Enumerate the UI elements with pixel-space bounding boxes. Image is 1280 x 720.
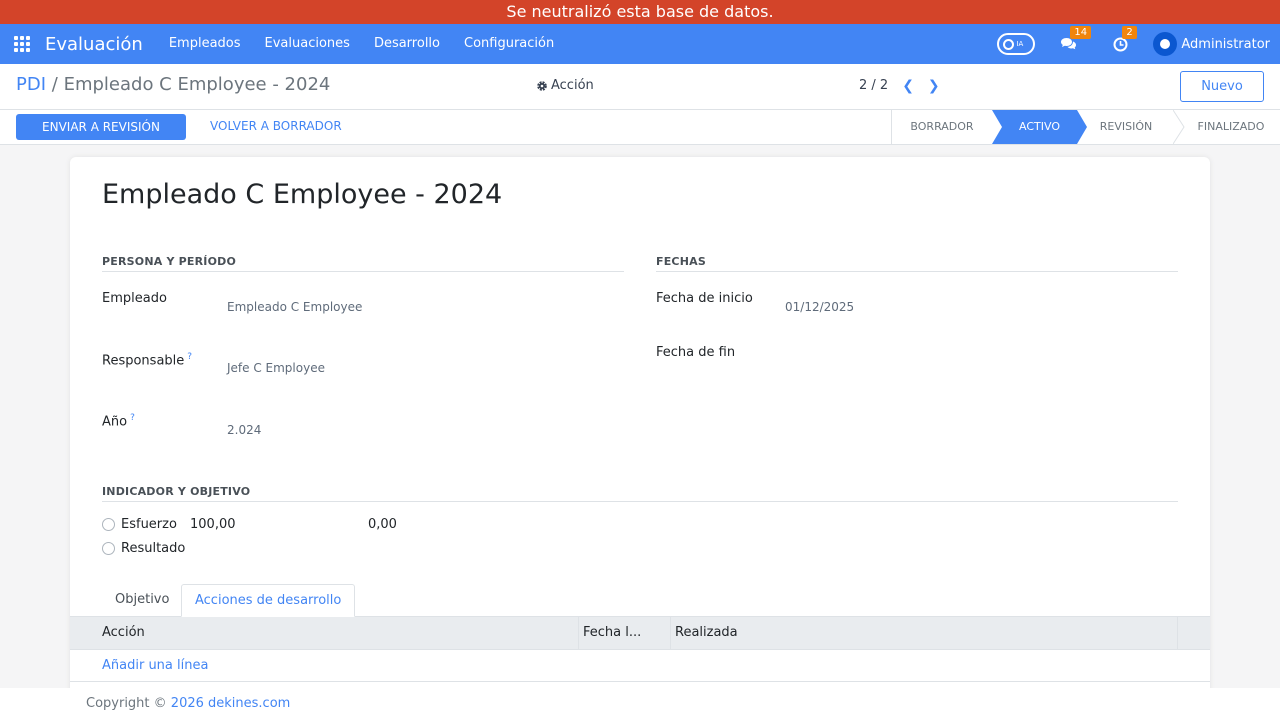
help-tooltip-icon[interactable]: ? bbox=[130, 413, 135, 423]
back-to-draft-button[interactable]: VOLVER A BORRADOR bbox=[210, 119, 342, 133]
menu-item-configuracion[interactable]: Configuración bbox=[452, 24, 566, 64]
user-menu[interactable]: Administrator bbox=[1153, 32, 1270, 56]
add-line-link[interactable]: Añadir una línea bbox=[102, 658, 208, 673]
column-options-cell[interactable] bbox=[1177, 617, 1210, 650]
radio-circle bbox=[102, 542, 115, 555]
form-statusbar: ENVIAR A REVISIÓN VOLVER A BORRADOR BORR… bbox=[0, 110, 1280, 145]
stage-borrador[interactable]: BORRADOR bbox=[892, 110, 992, 144]
footer: Copyright © 2026 dekines.com bbox=[0, 688, 1280, 720]
activities-count-badge: 2 bbox=[1122, 26, 1137, 39]
notebook-tabs: Objetivo Acciones de desarrollo bbox=[70, 584, 1210, 617]
indicator-value-a[interactable]: 100,00 bbox=[190, 517, 236, 532]
pager: 2 / 2 ❮ ❯ bbox=[859, 78, 940, 93]
year-field[interactable]: 2.024 bbox=[227, 423, 261, 437]
radio-resultado[interactable]: Resultado bbox=[102, 541, 185, 556]
table-header: Acción Fecha l... Realizada bbox=[70, 617, 1210, 650]
group-title-person: PERSONA Y PERÍODO bbox=[102, 255, 624, 272]
menu-item-desarrollo[interactable]: Desarrollo bbox=[362, 24, 452, 64]
stage-pipeline: BORRADOR ACTIVO REVISIÓN FINALIZADO bbox=[891, 110, 1264, 144]
menu-item-empleados[interactable]: Empleados bbox=[157, 24, 253, 64]
main-menu: Empleados Evaluaciones Desarrollo Config… bbox=[157, 24, 566, 64]
record-title: Empleado C Employee - 2024 bbox=[102, 179, 503, 210]
app-name[interactable]: Evaluación bbox=[45, 34, 143, 55]
start-date-field[interactable]: 01/12/2025 bbox=[785, 300, 854, 314]
stage-activo[interactable]: ACTIVO bbox=[992, 110, 1087, 144]
neutralized-db-banner: Se neutralizó esta base de datos. bbox=[0, 0, 1280, 24]
apps-menu-icon[interactable] bbox=[0, 24, 44, 64]
stage-finalizado[interactable]: FINALIZADO bbox=[1182, 110, 1280, 144]
breadcrumb-separator: / bbox=[51, 74, 58, 95]
send-to-review-button[interactable]: ENVIAR A REVISIÓN bbox=[16, 114, 186, 140]
help-tooltip-icon[interactable]: ? bbox=[187, 352, 192, 362]
control-panel: PDI / Empleado C Employee - 2024 Acción … bbox=[0, 64, 1280, 110]
footer-link[interactable]: 2026 dekines.com bbox=[171, 696, 291, 711]
column-header-realizada[interactable]: Realizada bbox=[670, 617, 1178, 650]
group-title-indicator: INDICADOR Y OBJETIVO bbox=[102, 485, 1178, 502]
user-avatar bbox=[1153, 32, 1178, 56]
year-label: Año? bbox=[102, 413, 135, 430]
ai-toggle[interactable]: IA bbox=[997, 33, 1036, 55]
employee-label: Empleado bbox=[102, 291, 167, 306]
pager-value[interactable]: 2 / 2 bbox=[859, 78, 888, 93]
user-name: Administrator bbox=[1181, 36, 1270, 52]
ai-icon bbox=[1003, 38, 1015, 50]
chat-icon bbox=[1060, 38, 1076, 50]
start-date-label: Fecha de inicio bbox=[656, 291, 753, 306]
top-navbar: Evaluación Empleados Evaluaciones Desarr… bbox=[0, 24, 1280, 64]
end-date-field[interactable] bbox=[785, 345, 985, 363]
form-sheet: Empleado C Employee - 2024 PERSONA Y PER… bbox=[70, 157, 1210, 717]
chevron-left-icon[interactable]: ❮ bbox=[902, 79, 914, 93]
new-record-button[interactable]: Nuevo bbox=[1180, 71, 1264, 102]
table-row-divider bbox=[70, 681, 1210, 682]
radio-esfuerzo[interactable]: Esfuerzo bbox=[102, 517, 177, 532]
gear-icon bbox=[537, 80, 547, 91]
employee-field[interactable]: Empleado C Employee bbox=[227, 300, 362, 314]
breadcrumb-current: Empleado C Employee - 2024 bbox=[63, 74, 331, 95]
manager-field[interactable]: Jefe C Employee bbox=[227, 361, 325, 375]
tab-acciones-de-desarrollo[interactable]: Acciones de desarrollo bbox=[181, 584, 356, 617]
tab-objetivo[interactable]: Objetivo bbox=[102, 584, 182, 617]
action-menu-button[interactable]: Acción bbox=[536, 78, 594, 93]
chevron-right-icon[interactable]: ❯ bbox=[928, 79, 940, 93]
menu-item-evaluaciones[interactable]: Evaluaciones bbox=[253, 24, 362, 64]
ai-label: IA bbox=[1016, 40, 1024, 48]
end-date-label: Fecha de fin bbox=[656, 345, 736, 360]
radio-circle bbox=[102, 518, 115, 531]
column-header-accion[interactable]: Acción bbox=[98, 617, 578, 650]
group-title-dates: FECHAS bbox=[656, 255, 1178, 272]
activities-button[interactable]: 2 bbox=[1109, 26, 1137, 54]
breadcrumb-parent[interactable]: PDI bbox=[16, 74, 46, 95]
action-menu-label: Acción bbox=[551, 78, 594, 93]
manager-label: Responsable? bbox=[102, 352, 193, 369]
breadcrumb: PDI / Empleado C Employee - 2024 bbox=[16, 74, 330, 95]
copyright-text: Copyright © bbox=[86, 696, 167, 711]
stage-revision[interactable]: REVISIÓN bbox=[1082, 110, 1170, 144]
column-header-fecha[interactable]: Fecha l... bbox=[578, 617, 670, 650]
indicator-value-b[interactable]: 0,00 bbox=[368, 517, 397, 532]
messages-count-badge: 14 bbox=[1070, 26, 1092, 39]
messages-button[interactable]: 14 bbox=[1057, 26, 1092, 54]
